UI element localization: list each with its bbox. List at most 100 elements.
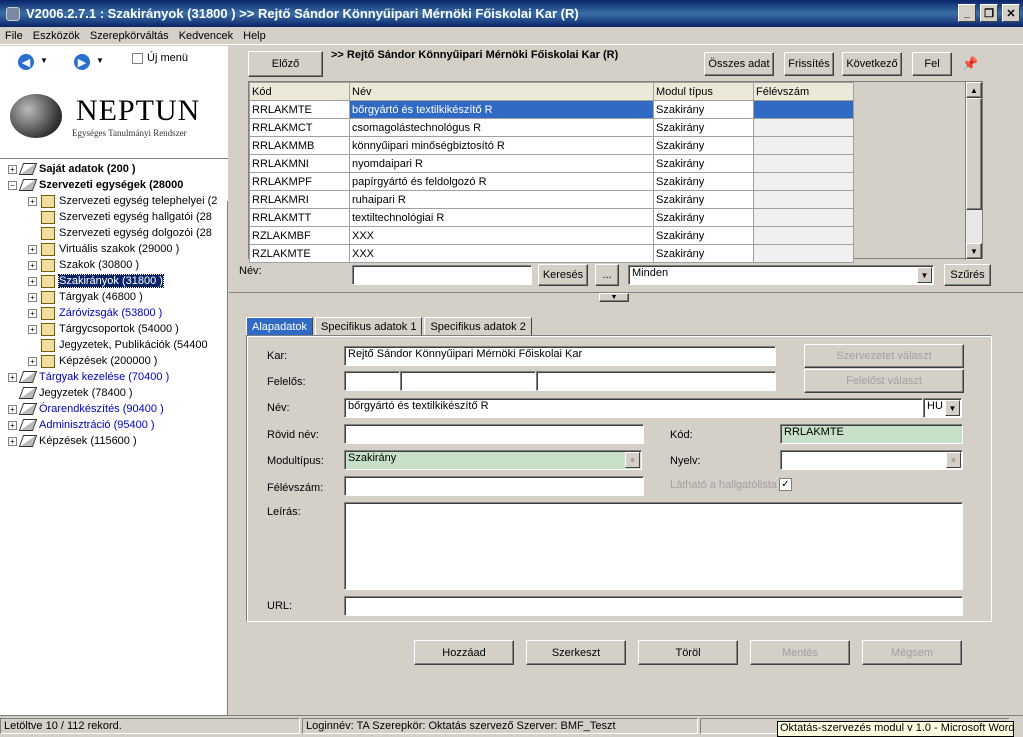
table-cell[interactable]: Szakirány bbox=[653, 190, 754, 209]
table-cell[interactable]: Szakirány bbox=[653, 100, 754, 119]
tree-item[interactable]: + Tárgycsoportok (54000 ) bbox=[28, 321, 179, 337]
grid-scrollbar[interactable]: ▲ ▼ bbox=[965, 82, 982, 260]
name-field[interactable]: bőrgyártó és textilkikészítő R bbox=[344, 398, 923, 418]
select-organization-button[interactable]: Szervezetet választ bbox=[804, 344, 964, 368]
table-row[interactable]: RRLAKMTE bőrgyártó és textilkikészítő R Sz… bbox=[249, 100, 854, 119]
menu-favorites[interactable]: Kedvencek bbox=[174, 30, 238, 42]
table-cell[interactable]: RRLAKMNI bbox=[249, 154, 350, 173]
name-filter-input[interactable] bbox=[352, 265, 532, 285]
table-row[interactable]: RRLAKMTT textiltechnológiai R Szakirány bbox=[249, 208, 854, 227]
table-row[interactable]: RRLAKMCT csomagolástechnológus R Szakirány bbox=[249, 118, 854, 137]
expand-icon[interactable]: + bbox=[28, 324, 37, 334]
responsible-name-field[interactable] bbox=[400, 371, 536, 391]
refresh-button[interactable]: Frissítés bbox=[784, 52, 834, 76]
table-cell[interactable]: Szakirány bbox=[653, 136, 754, 155]
expand-icon[interactable]: + bbox=[8, 164, 17, 174]
scroll-up-icon[interactable]: ▲ bbox=[966, 82, 982, 98]
table-cell[interactable] bbox=[753, 190, 854, 209]
table-cell[interactable]: RZLAKMTE bbox=[249, 244, 350, 263]
expand-icon[interactable]: + bbox=[28, 292, 37, 302]
expand-icon[interactable]: + bbox=[28, 196, 37, 206]
table-cell[interactable]: RZLAKMBF bbox=[249, 226, 350, 245]
pin-icon[interactable]: 📌 bbox=[962, 56, 978, 72]
tree-item[interactable]: + Záróvizsgák (53800 ) bbox=[28, 305, 162, 321]
new-menu-toggle[interactable]: Új menü bbox=[132, 52, 188, 64]
url-field[interactable] bbox=[344, 596, 963, 616]
table-cell[interactable]: Szakirány bbox=[653, 118, 754, 137]
expand-icon[interactable]: + bbox=[28, 308, 37, 318]
short-name-field[interactable] bbox=[344, 424, 644, 444]
expand-icon[interactable]: + bbox=[8, 436, 17, 446]
visible-in-list-checkbox[interactable]: ✓ bbox=[779, 478, 792, 491]
table-cell[interactable] bbox=[753, 226, 854, 245]
table-cell[interactable]: Szakirány bbox=[653, 244, 754, 263]
up-button[interactable]: Fel bbox=[912, 52, 952, 76]
table-cell[interactable] bbox=[753, 154, 854, 173]
table-row[interactable]: RZLAKMTE XXX Szakirány bbox=[249, 244, 854, 263]
tree-item[interactable]: + Szakok (30800 ) bbox=[28, 257, 139, 273]
table-row[interactable]: RRLAKMPF papírgyártó és feldolgozó R Szaki… bbox=[249, 172, 854, 191]
title-bar[interactable]: V2006.2.7.1 : Szakirányok (31800 ) >> Re… bbox=[0, 0, 1023, 27]
column-header-semesters[interactable]: Félévszám bbox=[753, 82, 854, 101]
table-cell[interactable] bbox=[753, 172, 854, 191]
filter-button[interactable]: Szűrés bbox=[944, 264, 991, 286]
table-row[interactable]: RRLAKMRI ruhaipari R Szakirány bbox=[249, 190, 854, 209]
responsible-extra-field[interactable] bbox=[536, 371, 776, 391]
table-cell[interactable]: RRLAKMCT bbox=[249, 118, 350, 137]
tree-item[interactable]: + Szervezeti egység telephelyei (2 bbox=[28, 193, 217, 209]
tree-item[interactable]: + Órarendkészítés (90400 ) bbox=[8, 401, 164, 417]
forward-dropdown-icon[interactable]: ▼ bbox=[96, 56, 104, 65]
chevron-down-icon[interactable]: ▼ bbox=[945, 400, 960, 416]
close-button[interactable]: ✕ bbox=[1002, 4, 1020, 22]
tree-item[interactable]: + Saját adatok (200 ) bbox=[8, 161, 136, 177]
responsible-code-field[interactable] bbox=[344, 371, 400, 391]
column-header-module-type[interactable]: Modul típus bbox=[653, 82, 754, 101]
expand-icon[interactable]: + bbox=[28, 244, 37, 254]
new-menu-checkbox[interactable] bbox=[132, 52, 143, 64]
tree-item[interactable]: + Képzések (200000 ) bbox=[28, 353, 157, 369]
tree-item[interactable]: Szervezeti egység dolgozói (28 bbox=[28, 225, 212, 241]
table-cell[interactable]: Szakirány bbox=[653, 226, 754, 245]
table-cell[interactable] bbox=[753, 100, 854, 119]
chevron-down-icon[interactable]: ▼ bbox=[625, 452, 640, 468]
tree-item[interactable]: Jegyzetek (78400 ) bbox=[8, 385, 133, 401]
menu-file[interactable]: File bbox=[0, 30, 28, 42]
minimize-button[interactable]: _ bbox=[958, 4, 976, 22]
tree-item[interactable]: + Szakirányok (31800 ) bbox=[28, 273, 164, 289]
table-cell[interactable]: nyomdaipari R bbox=[349, 154, 654, 173]
table-row[interactable]: RZLAKMBF XXX Szakirány bbox=[249, 226, 854, 245]
table-row[interactable]: RRLAKMMB könnyűipari minőségbiztosító R Sz… bbox=[249, 136, 854, 155]
tree-item[interactable]: + Virtuális szakok (29000 ) bbox=[28, 241, 179, 257]
table-cell[interactable]: bőrgyártó és textilkikészítő R bbox=[349, 100, 654, 119]
chevron-down-icon[interactable]: ▼ bbox=[917, 267, 932, 283]
table-cell[interactable]: csomagolástechnológus R bbox=[349, 118, 654, 137]
search-button[interactable]: Keresés bbox=[538, 264, 588, 286]
scroll-down-icon[interactable]: ▼ bbox=[966, 243, 982, 259]
menu-help[interactable]: Help bbox=[238, 30, 271, 42]
maximize-button[interactable]: ❐ bbox=[980, 4, 998, 22]
module-type-select[interactable]: Szakirány ▼ bbox=[344, 450, 642, 470]
all-data-button[interactable]: Összes adat bbox=[704, 52, 774, 76]
table-cell[interactable] bbox=[753, 118, 854, 137]
expand-icon[interactable]: + bbox=[8, 372, 17, 382]
edit-button[interactable]: Szerkeszt bbox=[526, 640, 626, 665]
tab-specific-data-1[interactable]: Specifikus adatok 1 bbox=[315, 317, 423, 337]
table-cell[interactable]: papírgyártó és feldolgozó R bbox=[349, 172, 654, 191]
table-cell[interactable]: könnyűipari minőségbiztosító R bbox=[349, 136, 654, 155]
column-header-code[interactable]: Kód bbox=[249, 82, 350, 101]
table-cell[interactable]: RRLAKMRI bbox=[249, 190, 350, 209]
table-cell[interactable]: Szakirány bbox=[653, 208, 754, 227]
add-button[interactable]: Hozzáad bbox=[414, 640, 514, 665]
language-code-select[interactable]: HU ▼ bbox=[923, 398, 962, 418]
tab-basic-data[interactable]: Alapadatok bbox=[246, 317, 314, 337]
filter-mode-select[interactable]: Minden ▼ bbox=[628, 265, 934, 285]
select-responsible-button[interactable]: Felelőst választ bbox=[804, 369, 964, 393]
tree-item[interactable]: Jegyzetek, Publikációk (54400 bbox=[28, 337, 208, 353]
table-cell[interactable]: RRLAKMPF bbox=[249, 172, 350, 191]
back-arrow-icon[interactable]: ◀ bbox=[18, 54, 34, 70]
tree-item[interactable]: + Tárgyak kezelése (70400 ) bbox=[8, 369, 169, 385]
expand-icon[interactable]: + bbox=[8, 420, 17, 430]
expand-icon[interactable]: + bbox=[28, 356, 37, 366]
tree-item[interactable]: + Tárgyak (46800 ) bbox=[28, 289, 143, 305]
table-cell[interactable]: Szakirány bbox=[653, 172, 754, 191]
